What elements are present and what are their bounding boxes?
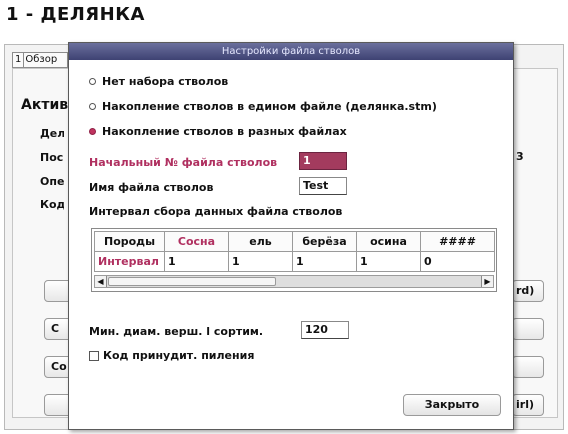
page-title: 1 - ДЕЛЯНКА xyxy=(6,4,145,25)
interval-grid: Породы Сосна ель берёза осина #### Интер… xyxy=(91,228,497,292)
grid-header: берёза xyxy=(292,231,357,252)
tab-number: 1 xyxy=(15,53,25,67)
section-heading: Актив xyxy=(21,97,69,113)
grid-header: Породы xyxy=(94,231,165,252)
start-file-number-input[interactable]: 1 xyxy=(299,152,347,170)
dialog-title: Настройки файла стволов xyxy=(69,43,513,60)
start-file-number-label: Начальный № файла стволов xyxy=(89,156,278,169)
min-diameter-label: Мин. диам. верш. l сортим. xyxy=(89,325,264,338)
bg-label-1: Дел xyxy=(40,127,64,140)
min-diameter-input[interactable]: 120 xyxy=(301,321,349,339)
grid-row-label: Интервал xyxy=(94,251,165,272)
bg-right-button-3[interactable] xyxy=(512,356,544,378)
radio-icon xyxy=(89,103,96,110)
bg-label-2: Пос xyxy=(40,151,64,164)
radio-label: Накопление стволов в едином файле (делян… xyxy=(102,100,437,113)
grid-header: осина xyxy=(356,231,421,252)
force-cut-checkbox[interactable]: Код принудит. пиления xyxy=(89,349,254,362)
radio-label: Накопление стволов в разных файлах xyxy=(102,125,347,138)
grid-cell[interactable]: 1 xyxy=(228,251,293,272)
radio-single-file[interactable]: Накопление стволов в едином файле (делян… xyxy=(89,100,437,113)
grid-cell[interactable]: 0 xyxy=(420,251,495,272)
tab-label: Обзор xyxy=(25,54,58,65)
bg-right-button-1[interactable]: rd) xyxy=(512,280,544,302)
interval-heading: Интервал сбора данных файла стволов xyxy=(89,205,343,218)
checkbox-icon xyxy=(89,350,99,361)
grid-cell[interactable]: 1 xyxy=(356,251,421,272)
grid-horizontal-scrollbar[interactable]: ◀ ▶ xyxy=(94,275,494,288)
interval-table: Породы Сосна ель берёза осина #### Интер… xyxy=(94,231,495,272)
file-name-label: Имя файла стволов xyxy=(89,181,214,194)
bg-right-button-2[interactable] xyxy=(512,318,544,340)
checkbox-label: Код принудит. пиления xyxy=(103,349,255,362)
bg-label-3: Опе xyxy=(40,175,64,188)
scrollbar-thumb[interactable] xyxy=(108,277,276,286)
grid-header: #### xyxy=(420,231,495,252)
radio-multiple-files[interactable]: Накопление стволов в разных файлах xyxy=(89,125,347,138)
radio-icon xyxy=(89,78,96,85)
file-name-input[interactable]: Test xyxy=(299,177,347,195)
radio-selected-icon xyxy=(89,128,96,135)
radio-no-stem-set[interactable]: Нет набора стволов xyxy=(89,75,228,88)
grid-cell[interactable]: 1 xyxy=(164,251,229,272)
tab-overview[interactable]: 1 Обзор xyxy=(12,52,68,68)
bg-right-button-4[interactable]: irl) xyxy=(512,394,544,416)
grid-header: ель xyxy=(228,231,293,252)
grid-cell[interactable]: 1 xyxy=(292,251,357,272)
close-button[interactable]: Закрыто xyxy=(403,394,501,416)
scroll-right-icon[interactable]: ▶ xyxy=(481,276,493,287)
bg-right-value: 3 xyxy=(516,150,524,163)
scroll-left-icon[interactable]: ◀ xyxy=(95,276,107,287)
bg-label-4: Код xyxy=(40,198,64,211)
radio-label: Нет набора стволов xyxy=(102,75,229,88)
stem-file-settings-dialog: Настройки файла стволов Нет набора ствол… xyxy=(68,42,514,430)
grid-header: Сосна xyxy=(164,231,229,252)
